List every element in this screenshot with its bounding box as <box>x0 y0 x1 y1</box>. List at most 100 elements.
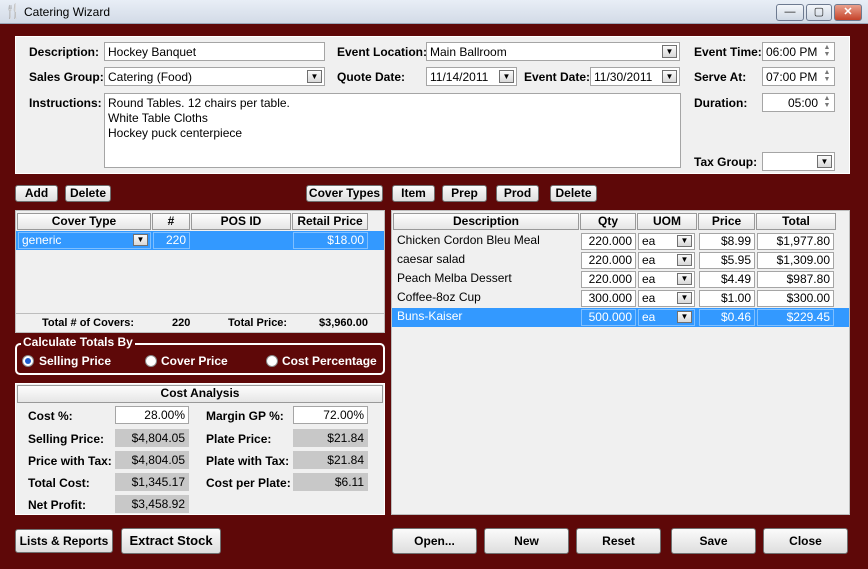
spinner-icon[interactable]: ▲ ▼ <box>821 95 833 110</box>
chevron-down-icon[interactable]: ▼ <box>662 45 677 58</box>
column-header-uom[interactable]: UOM <box>637 213 697 230</box>
radio-label-cost-percentage[interactable]: Cost Percentage <box>282 354 377 368</box>
quote-date-picker[interactable]: 11/14/2011 ▼ <box>426 67 517 86</box>
prep-button[interactable]: Prep <box>442 185 487 202</box>
item-total-cell[interactable]: $229.45 <box>757 309 834 326</box>
item-price-cell[interactable]: $4.49 <box>699 271 755 288</box>
table-row[interactable]: caesar salad 220.000 ea ▼ $5.95 $1,309.00 <box>392 251 849 270</box>
radio-label-selling-price[interactable]: Selling Price <box>39 354 111 368</box>
item-uom-select[interactable]: ea ▼ <box>638 271 695 288</box>
radio-label-cover-price[interactable]: Cover Price <box>161 354 228 368</box>
item-total-cell[interactable]: $1,977.80 <box>757 233 834 250</box>
cover-count-cell[interactable]: 220 <box>153 232 190 249</box>
item-total-cell[interactable]: $300.00 <box>757 290 834 307</box>
item-description-cell[interactable]: Peach Melba Dessert <box>394 271 578 288</box>
column-header-qty[interactable]: Qty <box>580 213 636 230</box>
serve-at-value: 07:00 PM <box>766 70 818 84</box>
pos-id-cell[interactable] <box>192 232 291 249</box>
column-header-description[interactable]: Description <box>393 213 579 230</box>
duration-label: Duration: <box>694 96 748 110</box>
radio-cover-price[interactable] <box>145 355 157 367</box>
maximize-button[interactable]: ▢ <box>806 4 832 21</box>
delete-item-button[interactable]: Delete <box>550 185 597 202</box>
item-description-cell[interactable]: Buns-Kaiser <box>394 309 578 326</box>
item-uom-select[interactable]: ea ▼ <box>638 290 695 307</box>
column-header-pos-id[interactable]: POS ID <box>191 213 291 230</box>
item-uom-value: ea <box>642 234 656 248</box>
table-row[interactable]: generic ▼ 220 $18.00 <box>16 231 384 250</box>
spinner-icon[interactable]: ▲ ▼ <box>821 69 833 84</box>
close-window-button[interactable]: ✕ <box>834 4 862 21</box>
cost-pct-label: Cost %: <box>28 409 73 423</box>
event-date-value: 11/30/2011 <box>594 70 653 84</box>
net-profit-label: Net Profit: <box>28 498 86 512</box>
event-location-select[interactable]: Main Ballroom ▼ <box>426 42 680 61</box>
extract-stock-button[interactable]: Extract Stock <box>121 528 221 554</box>
lists-reports-button[interactable]: Lists & Reports <box>15 529 113 553</box>
item-price-cell[interactable]: $8.99 <box>699 233 755 250</box>
description-input[interactable]: Hockey Banquet <box>104 42 325 61</box>
column-header-price[interactable]: Price <box>698 213 755 230</box>
margin-gp-input[interactable]: 72.00% <box>293 406 368 424</box>
chevron-down-icon[interactable]: ▼ <box>817 155 832 168</box>
retail-price-cell[interactable]: $18.00 <box>293 232 368 249</box>
event-date-picker[interactable]: 11/30/2011 ▼ <box>590 67 680 86</box>
radio-cost-percentage[interactable] <box>266 355 278 367</box>
item-total-cell[interactable]: $987.80 <box>757 271 834 288</box>
reset-button[interactable]: Reset <box>576 528 661 554</box>
item-qty-cell[interactable]: 220.000 <box>581 252 636 269</box>
item-qty-cell[interactable]: 300.000 <box>581 290 636 307</box>
plate-price-value: $21.84 <box>293 429 368 447</box>
item-price-cell[interactable]: $1.00 <box>699 290 755 307</box>
item-price-cell[interactable]: $5.95 <box>699 252 755 269</box>
minimize-button[interactable]: — <box>776 4 804 21</box>
cover-type-select[interactable]: generic ▼ <box>18 232 151 249</box>
spinner-icon[interactable]: ▲ ▼ <box>821 44 833 59</box>
event-time-input[interactable]: 06:00 PM ▲ ▼ <box>762 42 835 61</box>
column-header-count[interactable]: # <box>152 213 190 230</box>
item-button[interactable]: Item <box>392 185 435 202</box>
item-qty-cell[interactable]: 220.000 <box>581 271 636 288</box>
cover-types-button[interactable]: Cover Types <box>306 185 383 202</box>
new-button[interactable]: New <box>484 528 569 554</box>
item-uom-select[interactable]: ea ▼ <box>638 233 695 250</box>
add-cover-button[interactable]: Add <box>15 185 58 202</box>
chevron-down-icon[interactable]: ▼ <box>499 70 514 83</box>
close-button[interactable]: Close <box>763 528 848 554</box>
column-header-retail-price[interactable]: Retail Price <box>292 213 368 230</box>
item-uom-select[interactable]: ea ▼ <box>638 309 695 326</box>
cost-pct-input[interactable]: 28.00% <box>115 406 189 424</box>
chevron-down-icon[interactable]: ▼ <box>677 254 692 266</box>
chevron-down-icon[interactable]: ▼ <box>677 311 692 323</box>
save-button[interactable]: Save <box>671 528 756 554</box>
item-qty-cell[interactable]: 500.000 <box>581 309 636 326</box>
chevron-down-icon[interactable]: ▼ <box>307 70 322 83</box>
sales-group-select[interactable]: Catering (Food) ▼ <box>104 67 325 86</box>
open-button[interactable]: Open... <box>392 528 477 554</box>
table-row[interactable]: Coffee-8oz Cup 300.000 ea ▼ $1.00 $300.00 <box>392 289 849 308</box>
chevron-down-icon[interactable]: ▼ <box>677 235 692 247</box>
item-price-cell[interactable]: $0.46 <box>699 309 755 326</box>
tax-group-select[interactable]: ▼ <box>762 152 835 171</box>
item-total-cell[interactable]: $1,309.00 <box>757 252 834 269</box>
chevron-down-icon[interactable]: ▼ <box>133 234 148 246</box>
chevron-down-icon[interactable]: ▼ <box>677 273 692 285</box>
prod-button[interactable]: Prod <box>496 185 539 202</box>
instructions-textarea[interactable]: Round Tables. 12 chairs per table. White… <box>104 93 681 168</box>
table-row[interactable]: Chicken Cordon Bleu Meal 220.000 ea ▼ $8.… <box>392 232 849 251</box>
item-description-cell[interactable]: Coffee-8oz Cup <box>394 290 578 307</box>
column-header-total[interactable]: Total <box>756 213 836 230</box>
column-header-cover-type[interactable]: Cover Type <box>17 213 151 230</box>
table-row-selected[interactable]: Buns-Kaiser 500.000 ea ▼ $0.46 $229.45 <box>392 308 849 327</box>
item-description-cell[interactable]: caesar salad <box>394 252 578 269</box>
item-qty-cell[interactable]: 220.000 <box>581 233 636 250</box>
serve-at-input[interactable]: 07:00 PM ▲ ▼ <box>762 67 835 86</box>
duration-input[interactable]: 05:00 ▲ ▼ <box>762 93 835 112</box>
chevron-down-icon[interactable]: ▼ <box>677 292 692 304</box>
radio-selling-price[interactable] <box>22 355 34 367</box>
item-description-cell[interactable]: Chicken Cordon Bleu Meal <box>394 233 578 250</box>
item-uom-select[interactable]: ea ▼ <box>638 252 695 269</box>
table-row[interactable]: Peach Melba Dessert 220.000 ea ▼ $4.49 $9… <box>392 270 849 289</box>
delete-cover-button[interactable]: Delete <box>65 185 111 202</box>
chevron-down-icon[interactable]: ▼ <box>662 70 677 83</box>
